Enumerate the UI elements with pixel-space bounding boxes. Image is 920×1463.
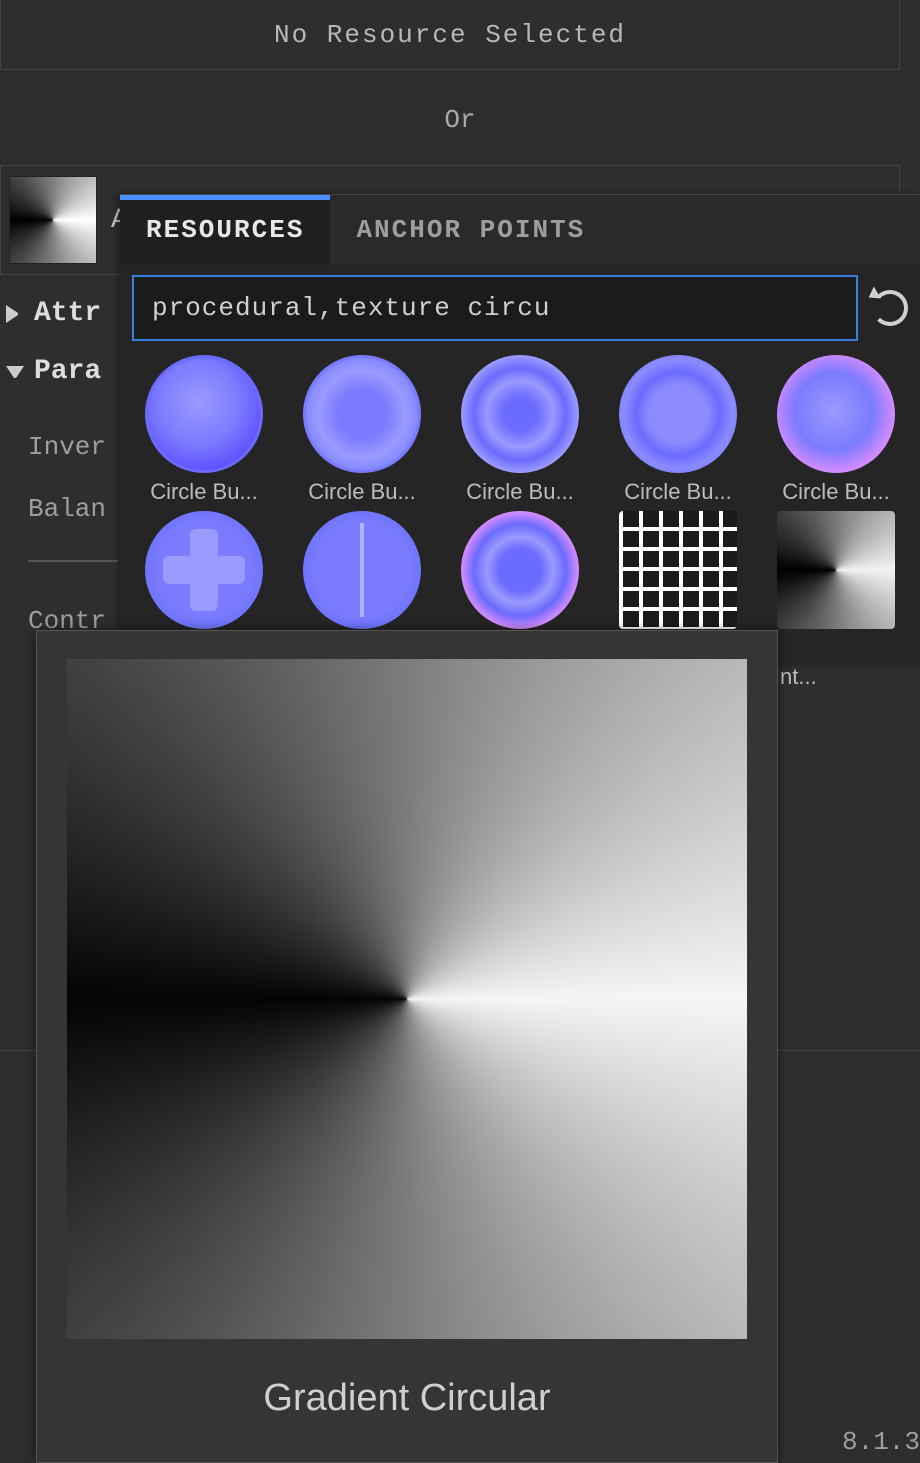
picker-tabs: RESOURCES ANCHOR POINTS: [120, 195, 920, 265]
thumb-image: [777, 511, 895, 629]
thumb-image: [777, 355, 895, 473]
preview-tooltip: Gradient Circular: [36, 630, 778, 1463]
thumb-cell[interactable]: [450, 511, 590, 629]
thumb-cell[interactable]: [766, 511, 906, 629]
search-row: [120, 265, 920, 347]
param-invert-label: Inver: [28, 432, 106, 462]
thumb-label: Circle Bu...: [466, 479, 574, 505]
no-resource-drop-zone[interactable]: No Resource Selected: [0, 0, 900, 70]
param-balance-label: Balan: [28, 494, 106, 524]
thumb-cell[interactable]: Circle Bu...: [134, 355, 274, 505]
refresh-icon[interactable]: [872, 290, 908, 326]
thumb-image: [461, 511, 579, 629]
thumb-cell[interactable]: Circle Bu...: [766, 355, 906, 505]
no-resource-label: No Resource Selected: [274, 20, 626, 50]
thumb-label: Circle Bu...: [308, 479, 416, 505]
attributes-label: Attr: [34, 298, 101, 329]
thumb-cell[interactable]: Circle Bu...: [292, 355, 432, 505]
parameters-section-header[interactable]: Para: [0, 356, 101, 387]
thumb-label: Circle Bu...: [624, 479, 732, 505]
thumb-cell[interactable]: [134, 511, 274, 629]
thumb-image: [619, 355, 737, 473]
thumb-cell[interactable]: [608, 511, 748, 629]
parameters-label: Para: [34, 356, 101, 387]
thumb-cell[interactable]: Circle Bu...: [450, 355, 590, 505]
thumb-label: Circle Bu...: [782, 479, 890, 505]
tab-anchor-points[interactable]: ANCHOR POINTS: [330, 195, 611, 265]
thumb-image: [145, 355, 263, 473]
tab-resources-label: RESOURCES: [146, 215, 304, 245]
thumb-label: Circle Bu...: [150, 479, 258, 505]
tab-anchor-label: ANCHOR POINTS: [356, 215, 585, 245]
thumb-image: [461, 355, 579, 473]
thumb-cell[interactable]: Circle Bu...: [608, 355, 748, 505]
tab-resources[interactable]: RESOURCES: [120, 195, 330, 265]
anisotropy-thumbnail: [9, 176, 97, 264]
or-label: Or: [0, 105, 920, 135]
thumb-cell[interactable]: [292, 511, 432, 629]
preview-title: Gradient Circular: [263, 1377, 550, 1420]
gradient-thumb-label-partial: nt...: [780, 664, 817, 690]
thumbnails-grid: Circle Bu... Circle Bu... Circle Bu... Circ…: [120, 347, 920, 629]
search-input[interactable]: [132, 275, 858, 341]
version-label: 8.1.3: [842, 1427, 920, 1457]
attributes-section-header[interactable]: Attr: [0, 298, 101, 329]
resource-picker-popup: RESOURCES ANCHOR POINTS Circle Bu...Circ…: [120, 194, 920, 664]
preview-image: [67, 659, 747, 1339]
chevron-down-icon: [6, 366, 24, 384]
thumb-image: [303, 355, 421, 473]
thumb-image: [619, 511, 737, 629]
chevron-right-icon: [6, 305, 24, 323]
param-divider: [28, 560, 118, 562]
thumb-image: [303, 511, 421, 629]
thumb-image: [145, 511, 263, 629]
